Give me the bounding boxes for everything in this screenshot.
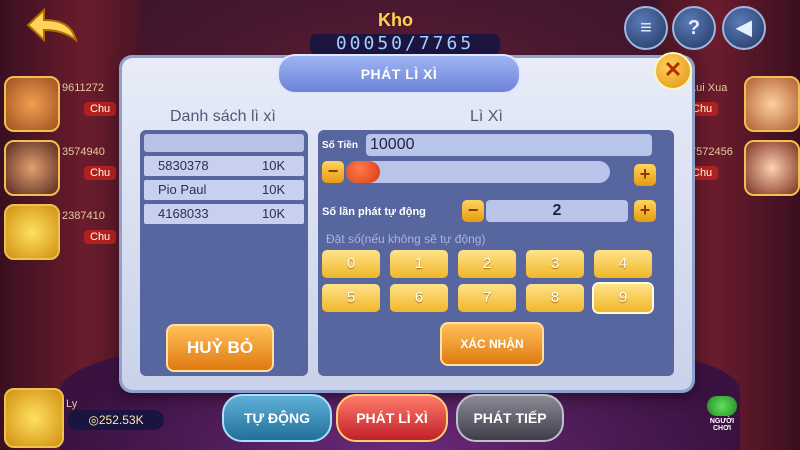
players-button[interactable]: NGƯỜI CHƠI [702, 396, 742, 440]
lixi-list: 5830378 10K Pio Paul 10K 4168033 10K HUỶ… [140, 130, 308, 376]
players-icon [707, 396, 737, 416]
digit-button-1[interactable]: 1 [390, 250, 448, 278]
slider-handle[interactable] [346, 161, 380, 183]
close-button[interactable]: ✕ [654, 52, 692, 90]
lixi-dialog: PHÁT LÌ XÌ ✕ Danh sách lì xì Lì Xì 58303… [122, 52, 692, 390]
avatar [744, 140, 800, 196]
list-item-id: 5830378 [158, 158, 209, 173]
count-plus-button[interactable]: + [634, 200, 656, 222]
player-tag: Chu [84, 166, 117, 180]
count-minus-button[interactable]: − [462, 200, 484, 222]
lixi-form: Số Tiền 10000 − + Số lần phát tự động − … [318, 130, 674, 376]
player-id: Lui Xua [690, 82, 728, 94]
amount-slider[interactable] [346, 161, 610, 183]
digit-button-0[interactable]: 0 [322, 250, 380, 278]
self-name: Ly [66, 398, 78, 410]
coin-icon: ◎ [88, 413, 99, 427]
list-item[interactable]: 4168033 10K [144, 204, 304, 224]
dialog-title: PHÁT LÌ XÌ [277, 54, 521, 94]
amount-input[interactable]: 10000 [366, 134, 652, 156]
list-item-id: 4168033 [158, 206, 209, 221]
auto-count-label: Số lần phát tự động [322, 206, 426, 218]
player-seat-4[interactable]: Lui Xua Chu [680, 76, 800, 134]
digit-button-6[interactable]: 6 [390, 284, 448, 312]
player-seat-2[interactable]: 3574940 Chu [2, 140, 122, 198]
jackpot-digits: 00050/7765 [310, 34, 500, 54]
digit-button-3[interactable]: 3 [526, 250, 584, 278]
amount-minus-button[interactable]: − [322, 161, 344, 183]
digit-button-9[interactable]: 9 [594, 284, 652, 312]
players-label: NGƯỜI CHƠI [709, 418, 735, 432]
list-header [144, 134, 304, 152]
player-seat-1[interactable]: 9611272 Chu [2, 76, 122, 134]
avatar [4, 140, 60, 196]
player-id: 9611272 [62, 82, 105, 94]
digit-button-8[interactable]: 8 [526, 284, 584, 312]
avatar [4, 204, 60, 260]
list-item[interactable]: Pio Paul 10K [144, 180, 304, 200]
give-next-button[interactable]: PHÁT TIẾP [456, 394, 564, 442]
player-tag: Chu [84, 230, 117, 244]
give-lixi-button[interactable]: PHÁT LÌ XÌ [336, 394, 448, 442]
rules-icon[interactable]: ≡ [624, 6, 668, 50]
self-balance: ◎252.53K [68, 410, 164, 430]
back-arrow-icon[interactable] [26, 8, 78, 42]
auto-count-value: 2 [486, 200, 628, 222]
player-seat-3[interactable]: 2387410 Chu [2, 204, 122, 262]
list-item-amount: 10K [262, 182, 286, 197]
self-avatar[interactable] [4, 388, 64, 448]
player-id: 2387410 [62, 210, 105, 222]
jackpot-panel: Kho 00050/7765 [310, 4, 500, 54]
player-id: 3574940 [62, 146, 105, 158]
cancel-button[interactable]: HUỶ BỎ [166, 324, 274, 372]
avatar [4, 76, 60, 132]
digit-button-4[interactable]: 4 [594, 250, 652, 278]
sound-icon[interactable]: ◀ [722, 6, 766, 50]
list-item-id: Pio Paul [158, 182, 207, 197]
amount-label: Số Tiền [322, 140, 358, 151]
list-item-amount: 10K [262, 158, 286, 173]
player-id: 7572456 [690, 146, 733, 158]
auto-button[interactable]: TỰ ĐỘNG [222, 394, 332, 442]
help-icon[interactable]: ? [672, 6, 716, 50]
digit-button-7[interactable]: 7 [458, 284, 516, 312]
avatar [744, 76, 800, 132]
list-title: Danh sách lì xì [170, 108, 276, 125]
player-seat-5[interactable]: 7572456 Chu [680, 140, 800, 198]
digit-hint: Đặt số(nếu không sẽ tự động) [326, 232, 486, 246]
digit-button-5[interactable]: 5 [322, 284, 380, 312]
list-item-amount: 10K [262, 206, 286, 221]
lixi-title: Lì Xì [470, 108, 503, 125]
balance-value: 252.53K [98, 413, 144, 427]
digit-button-2[interactable]: 2 [458, 250, 516, 278]
jackpot-label: Kho [378, 10, 413, 30]
confirm-button[interactable]: XÁC NHẬN [440, 322, 544, 366]
list-item[interactable]: 5830378 10K [144, 156, 304, 176]
player-tag: Chu [84, 102, 117, 116]
amount-plus-button[interactable]: + [634, 164, 656, 186]
